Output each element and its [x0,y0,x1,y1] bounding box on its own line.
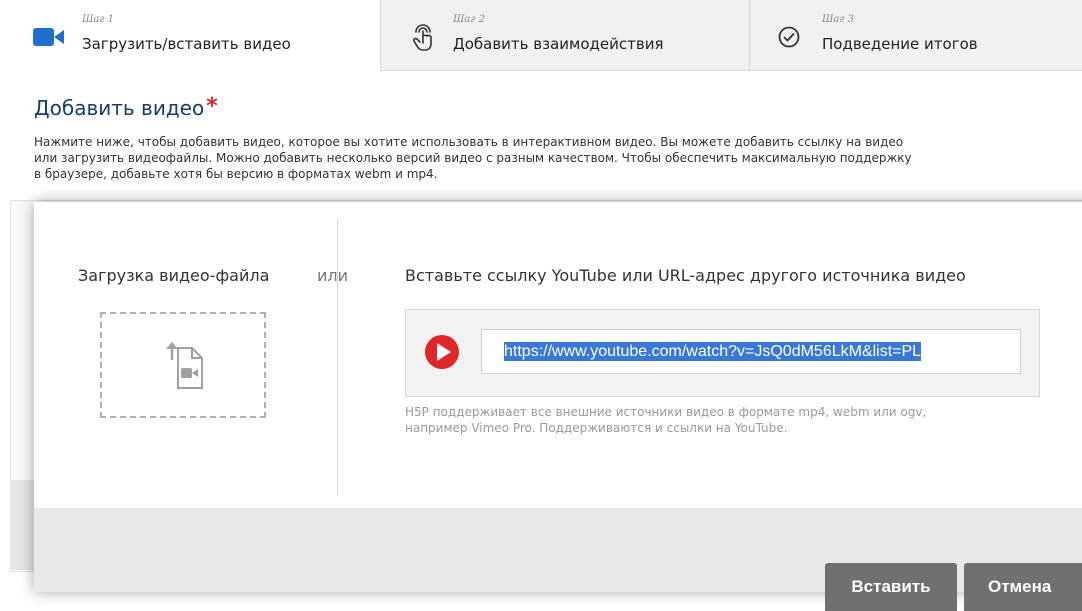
insert-button[interactable]: Вставить [825,563,957,611]
video-camera-icon [33,27,65,47]
step-number: Шаг 1 [82,14,114,25]
video-url-input[interactable]: https://www.youtube.com/watch?v=JsQ0dM56… [481,329,1021,374]
page-title-text: Добавить видео [34,96,205,120]
url-title: Вставьте ссылку YouTube или URL-адрес др… [405,266,966,285]
step-tabs: Шаг 1 Загрузить/вставить видео Шаг 2 Доб… [0,0,1082,71]
add-video-dialog: Загрузка видео-файла или Вставьте ссылку… [34,202,1082,611]
description-line: Нажмите ниже, чтобы добавить видео, кото… [34,135,904,149]
check-circle-icon [778,26,800,48]
step-number: Шаг 3 [822,14,854,25]
page-description: Нажмите ниже, чтобы добавить видео, кото… [34,134,1082,182]
url-input-panel: https://www.youtube.com/watch?v=JsQ0dM56… [405,309,1040,397]
video-url-value: https://www.youtube.com/watch?v=JsQ0dM56… [504,342,922,361]
upload-video-file-icon [164,340,204,392]
step-label: Подведение итогов [822,35,978,53]
section-divider [337,220,338,496]
tab-step-2[interactable]: Шаг 2 Добавить взаимодействия [381,0,749,70]
help-line: например Vimeo Pro. Поддерживаются и ссы… [405,421,788,435]
description-line: в браузере, добавьте хотя бы версию в фо… [34,167,438,181]
required-marker: * [206,94,218,119]
upload-dropzone[interactable] [100,312,266,418]
cancel-button[interactable]: Отмена [964,563,1082,611]
step-number: Шаг 2 [453,14,485,25]
dialog-footer: Вставить Отмена [34,508,1082,611]
step-label: Добавить взаимодействия [453,35,664,53]
youtube-play-icon [424,334,460,370]
upload-title: Загрузка видео-файла [78,266,270,285]
description-line: или загрузить видеофайлы. Можно добавить… [34,151,912,165]
or-separator: или [317,266,349,285]
tap-gesture-icon [411,20,435,52]
tab-step-3[interactable]: Шаг 3 Подведение итогов [750,0,1082,70]
url-help-text: H5P поддерживает все внешние источники в… [405,404,1055,436]
tab-step-1[interactable]: Шаг 1 Загрузить/вставить видео [0,0,380,71]
page-title: Добавить видео* [34,94,218,120]
step-label: Загрузить/вставить видео [82,35,291,53]
help-line: H5P поддерживает все внешние источники в… [405,405,927,419]
